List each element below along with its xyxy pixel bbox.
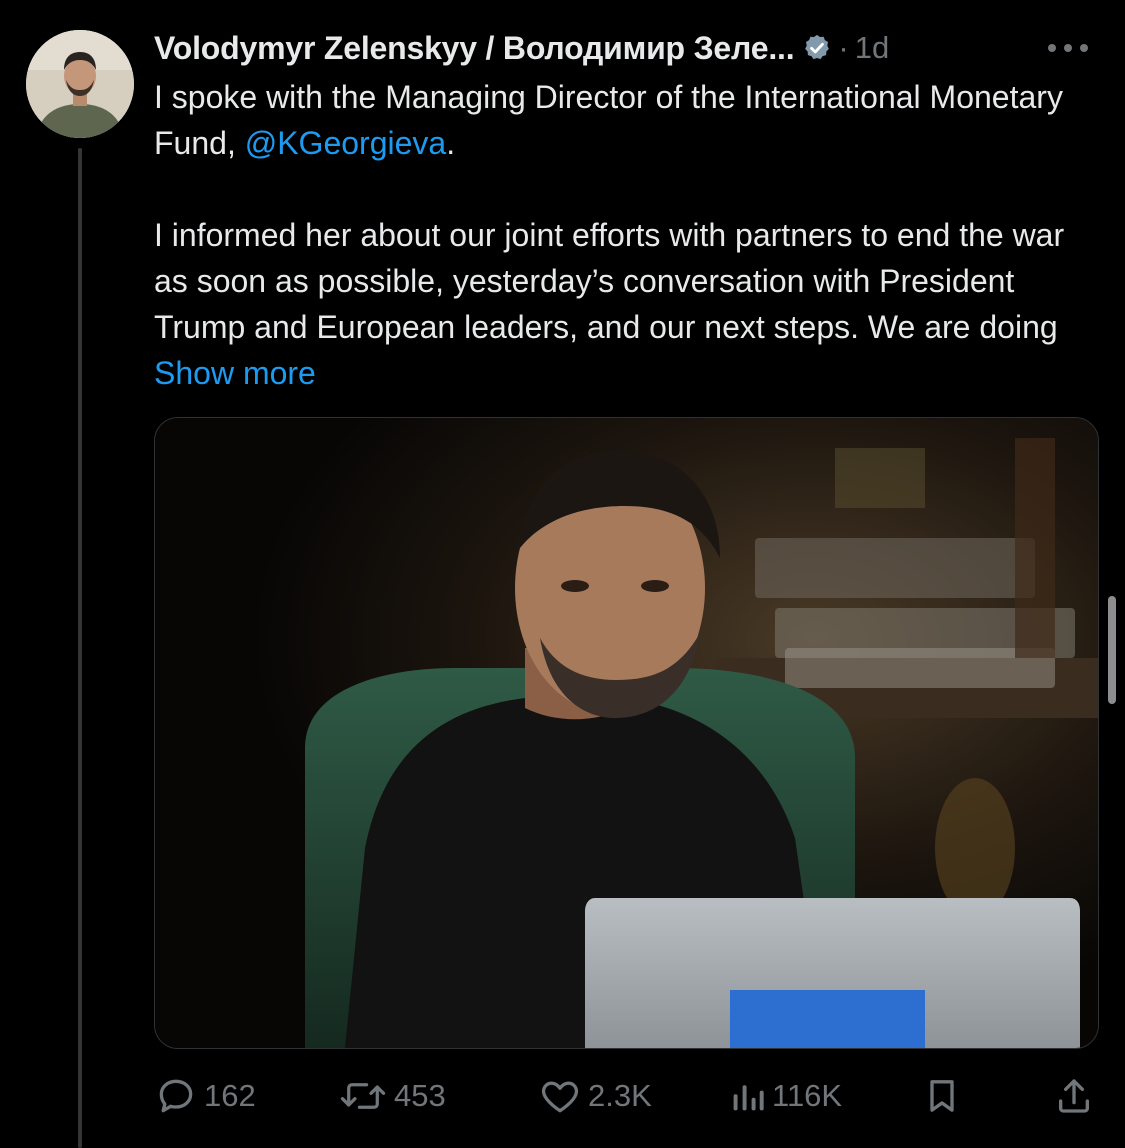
tweet-text: I spoke with the Managing Director of th…: [154, 74, 1104, 396]
more-options-icon[interactable]: [1040, 28, 1096, 68]
time-separator: ·: [838, 30, 849, 65]
tweet[interactable]: Volodymyr Zelenskyy / Володимир Зеле... …: [0, 0, 1125, 1148]
show-more-link[interactable]: Show more: [154, 355, 316, 391]
tweet-timestamp[interactable]: 1d: [855, 30, 889, 66]
like-button[interactable]: 2.3K: [538, 1070, 652, 1122]
tweet-text-part: I informed her about our joint efforts w…: [154, 217, 1065, 345]
scrollbar-thumb[interactable]: [1108, 596, 1116, 704]
share-button[interactable]: [1054, 1070, 1094, 1122]
reply-button[interactable]: 162: [154, 1070, 256, 1122]
photo-image: [155, 418, 1098, 1048]
views-count: 116K: [772, 1078, 843, 1113]
bookmark-button[interactable]: [922, 1070, 962, 1122]
repost-count: 453: [394, 1078, 446, 1113]
share-icon: [1059, 1079, 1089, 1113]
tweet-paragraph-1: I spoke with the Managing Director of th…: [154, 74, 1104, 166]
tweet-header: Volodymyr Zelenskyy / Володимир Зеле... …: [154, 26, 889, 70]
reply-icon: [159, 1079, 193, 1113]
author-display-name[interactable]: Volodymyr Zelenskyy / Володимир Зеле...: [154, 30, 795, 67]
thread-connector-line: [78, 148, 82, 1148]
like-count: 2.3K: [588, 1078, 652, 1113]
heart-icon: [541, 1081, 579, 1113]
repost-button[interactable]: 453: [338, 1070, 446, 1122]
analytics-icon: [733, 1085, 764, 1111]
mention-link[interactable]: @KGeorgieva: [245, 125, 446, 161]
tweet-text-part: .: [446, 125, 456, 161]
views-button[interactable]: 116K: [730, 1070, 842, 1122]
repost-icon: [340, 1083, 386, 1109]
bookmark-icon: [930, 1080, 954, 1112]
verified-badge-icon[interactable]: [802, 33, 832, 63]
avatar-photo: [26, 30, 134, 138]
tweet-action-bar: 162 453 2.3K 116K: [154, 1070, 1097, 1122]
reply-count: 162: [204, 1078, 256, 1113]
tweet-photo[interactable]: [154, 417, 1099, 1049]
tweet-paragraph-2: I informed her about our joint efforts w…: [154, 212, 1104, 396]
avatar[interactable]: [26, 30, 134, 138]
